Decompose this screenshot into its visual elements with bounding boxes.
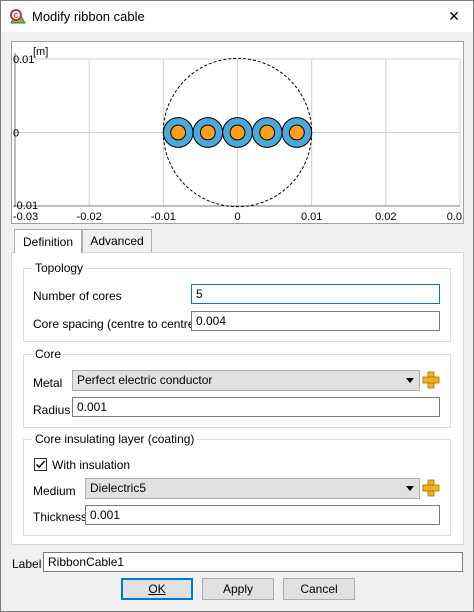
cable-app-icon: C	[10, 9, 26, 24]
metal-select-value: Perfect electric conductor	[77, 373, 213, 387]
core-conductor	[288, 124, 305, 141]
core-spacing-input[interactable]: 0.004	[191, 311, 440, 331]
chevron-down-icon	[406, 486, 414, 491]
cancel-button-label: Cancel	[300, 582, 338, 596]
group-title: Core insulating layer (coating)	[32, 432, 198, 446]
label-input[interactable]: RibbonCable1	[43, 552, 463, 572]
num-cores-input[interactable]: 5	[191, 284, 440, 304]
x-tick-label: 0.02	[375, 211, 396, 223]
core-conductor	[170, 124, 187, 141]
checkmark-icon	[35, 460, 46, 469]
tab-advanced[interactable]: Advanced	[82, 229, 152, 253]
dialog-window: C Modify ribbon cable ✕ -0.03 -0.02 -0.0…	[0, 0, 474, 612]
with-insulation-label[interactable]: With insulation	[52, 458, 130, 472]
add-medium-icon[interactable]	[422, 479, 440, 497]
metal-label: Metal	[33, 376, 63, 390]
plot-canvas: -0.03 -0.02 -0.01 0 0.01 0.02 0.0 0.01 0…	[13, 46, 462, 223]
core-conductor	[259, 124, 276, 141]
core-conductor	[229, 124, 246, 141]
thickness-input[interactable]: 0.001	[85, 505, 440, 525]
definition-tab-page: Topology Number of cores 5 Core spacing …	[11, 252, 464, 545]
metal-select[interactable]: Perfect electric conductor	[72, 370, 420, 391]
core-group: Core Metal Perfect electric conductor Ra…	[23, 347, 451, 428]
axis-unit-label: [m]	[33, 46, 48, 58]
tab-label: Definition	[22, 234, 74, 249]
apply-button[interactable]: Apply	[202, 578, 274, 600]
apply-button-label: Apply	[222, 582, 254, 596]
radius-label: Radius	[33, 403, 71, 417]
close-button[interactable]: ✕	[435, 1, 473, 32]
cancel-button[interactable]: Cancel	[283, 578, 355, 600]
x-tick-label: -0.01	[151, 211, 176, 223]
core-spacing-label: Core spacing (centre to centre)	[33, 317, 199, 331]
thickness-label: Thickness	[33, 510, 88, 524]
group-title: Topology	[32, 261, 87, 275]
x-tick-label: -0.02	[77, 211, 102, 223]
ok-button[interactable]: OK	[121, 578, 193, 600]
with-insulation-checkbox[interactable]	[34, 458, 47, 471]
label-label: Label	[12, 557, 42, 571]
x-tick-label: -0.03	[13, 211, 38, 223]
chevron-down-icon	[406, 378, 414, 383]
radius-input[interactable]: 0.001	[72, 397, 440, 417]
topology-group: Topology Number of cores 5 Core spacing …	[23, 261, 451, 342]
num-cores-label: Number of cores	[33, 289, 122, 303]
medium-select-value: Dielectric5	[90, 481, 147, 495]
add-metal-icon[interactable]	[422, 371, 440, 389]
close-icon: ✕	[448, 8, 460, 24]
geometry-preview-plot: -0.03 -0.02 -0.01 0 0.01 0.02 0.0 0.01 0…	[11, 41, 464, 224]
y-tick-label: 0	[13, 128, 19, 140]
y-tick-label: -0.01	[13, 200, 38, 212]
title-bar: C Modify ribbon cable ✕	[1, 1, 473, 32]
x-tick-label: 0.01	[301, 211, 322, 223]
tab-label: Advanced	[90, 234, 144, 248]
x-tick-label: 0	[234, 211, 240, 223]
tab-definition[interactable]: Definition	[14, 229, 82, 254]
x-tick-label: 0.0	[447, 211, 462, 223]
window-title: Modify ribbon cable	[32, 9, 145, 24]
insulation-group: Core insulating layer (coating) With ins…	[23, 432, 451, 536]
medium-select[interactable]: Dielectric5	[85, 478, 420, 499]
svg-text:C: C	[14, 13, 19, 20]
ok-button-label: OK	[148, 582, 166, 596]
core-conductor	[199, 124, 216, 141]
medium-label: Medium	[33, 484, 76, 498]
group-title: Core	[32, 347, 65, 361]
y-tick-label: 0.01	[13, 54, 34, 66]
